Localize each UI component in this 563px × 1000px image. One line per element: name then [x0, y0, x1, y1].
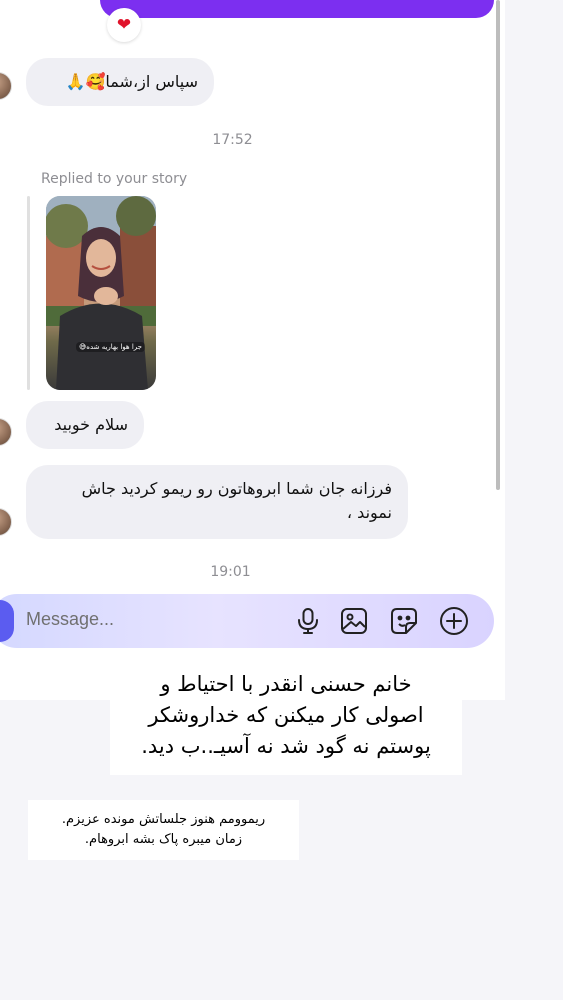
note-line: اصولی کار میکنن که خداروشکر	[148, 703, 424, 727]
reply-divider	[27, 196, 30, 390]
avatar[interactable]	[0, 508, 12, 536]
story-reply-label: Replied to your story	[41, 171, 188, 187]
heart-reaction-icon[interactable]: ❤	[107, 8, 141, 42]
message-bubble[interactable]: سپاس از،شما🥰🙏	[26, 58, 214, 106]
note-line: خانم حسنی انقدر با احتیاط و	[160, 672, 412, 696]
story-thumbnail[interactable]: جرا هوا بهاریه شده😅	[46, 196, 156, 390]
chat-thread: ❤ سپاس از،شما🥰🙏 17:52 Replied to your st…	[0, 0, 505, 700]
note-line: ریموومم هنوز جلساتش مونده عزیزم.	[61, 812, 266, 827]
note-line: پوستم نه گود شد نه آسیـ..ب دید.	[141, 734, 431, 758]
scrollbar[interactable]	[496, 0, 500, 490]
overlay-note: ریموومم هنوز جلساتش مونده عزیزم. زمان می…	[28, 800, 299, 860]
timestamp: 17:52	[212, 132, 253, 148]
microphone-icon[interactable]	[292, 605, 324, 637]
note-line: زمان میبره پاک بشه ابروهام.	[84, 832, 243, 847]
message-bubble[interactable]: فرزانه جان شما ابروهاتون رو ریمو کردید ج…	[26, 465, 408, 539]
message-bubble[interactable]: سلام خوبید	[26, 401, 144, 449]
avatar[interactable]	[0, 418, 12, 446]
add-icon[interactable]	[438, 605, 470, 637]
overlay-note: خانم حسنی انقدر با احتیاط و اصولی کار می…	[110, 665, 462, 775]
sticker-icon[interactable]	[388, 605, 420, 637]
gallery-icon[interactable]	[338, 605, 370, 637]
timestamp: 19:01	[210, 564, 251, 580]
voice-message-bubble[interactable]	[100, 0, 494, 18]
story-caption: جرا هوا بهاریه شده😅	[76, 342, 145, 352]
message-input[interactable]: Message...	[26, 609, 114, 630]
avatar[interactable]	[0, 72, 12, 100]
